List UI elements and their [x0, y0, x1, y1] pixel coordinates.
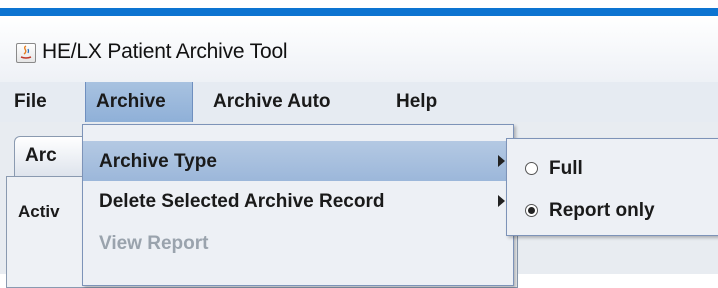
panel-label: Activ	[18, 202, 60, 221]
radio-option-label: Report only	[549, 200, 655, 221]
radio-option-label: Full	[549, 158, 583, 179]
submenu-arrow-icon	[498, 195, 505, 207]
menu-archive-auto[interactable]: Archive Auto	[213, 82, 331, 122]
menu-item-archive-type[interactable]: Archive Type	[83, 141, 513, 181]
menu-file[interactable]: File	[14, 82, 47, 122]
menu-item-label: View Report	[99, 233, 209, 254]
window-title: HE/LX Patient Archive Tool	[42, 40, 288, 63]
archive-dropdown-menu: Archive Type Delete Selected Archive Rec…	[82, 124, 514, 286]
menu-item-view-report: View Report	[83, 223, 513, 263]
radio-selected-icon	[525, 204, 538, 217]
tab-archive-label: Arc	[25, 145, 57, 166]
menu-item-label: Delete Selected Archive Record	[99, 191, 385, 212]
archive-type-submenu: Full Report only	[506, 138, 718, 236]
menu-help[interactable]: Help	[396, 82, 437, 122]
submenu-arrow-icon	[498, 155, 505, 167]
menu-archive[interactable]: Archive	[85, 82, 193, 122]
window-top-accent-bar	[0, 8, 718, 16]
java-app-icon	[16, 43, 36, 63]
radio-unselected-icon	[525, 162, 538, 175]
radio-option-report-only[interactable]: Report only	[507, 191, 718, 231]
menu-item-delete-selected-archive-record[interactable]: Delete Selected Archive Record	[83, 181, 513, 221]
menu-item-label: Archive Type	[99, 151, 217, 172]
menu-bar: File Archive Archive Auto Help	[0, 82, 718, 122]
radio-option-full[interactable]: Full	[507, 149, 718, 189]
